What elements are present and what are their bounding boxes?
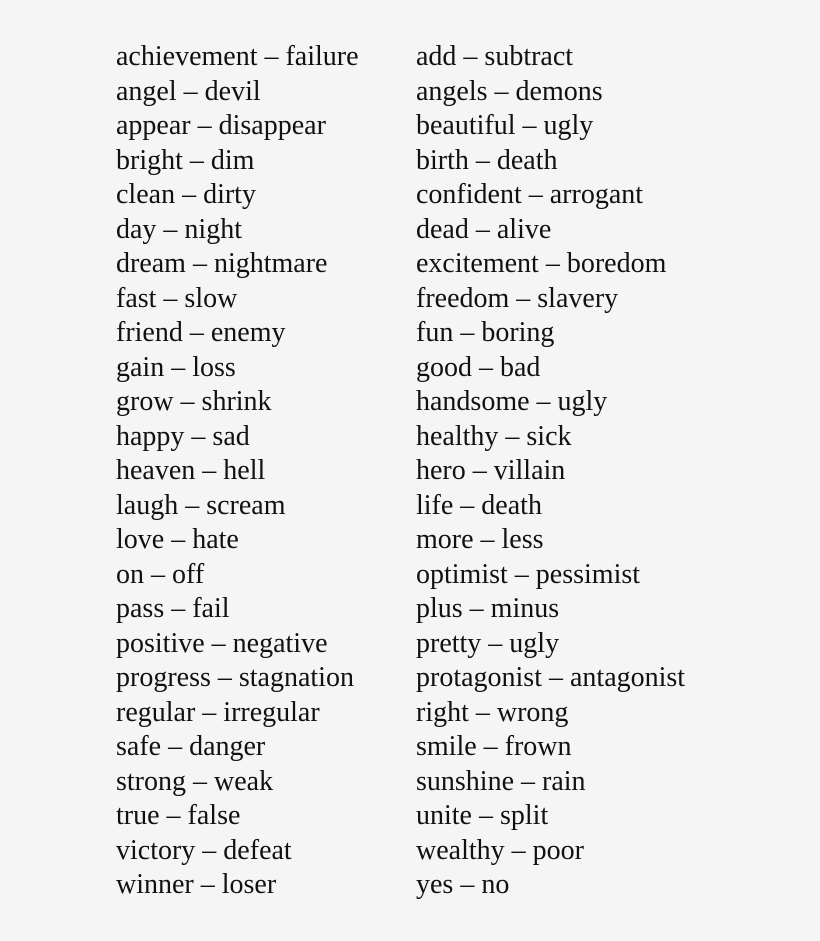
word-pair: yes – no	[416, 869, 510, 900]
word-pair: fun – boring	[416, 317, 555, 348]
word-pair: strong – weak	[116, 765, 274, 797]
word-pair: handsome – ugly	[416, 386, 608, 417]
word-pair: winner – loser	[116, 869, 277, 900]
word-pair: dream – nightmare	[116, 248, 328, 279]
word-pair: unite – split	[416, 800, 549, 831]
word-pair: on – off	[116, 558, 205, 590]
word-pair: optimist – pessimist	[416, 558, 641, 590]
word-pair: positive – negative	[116, 627, 328, 659]
word-pair: appear – disappear	[116, 110, 326, 141]
word-pair: hero – villain	[416, 455, 566, 486]
word-pair: regular – irregular	[116, 696, 320, 728]
word-pair: clean – dirty	[116, 179, 256, 210]
word-pair: healthy – sick	[416, 420, 572, 452]
word-pair: love – hate	[116, 524, 239, 555]
word-pair: angel – devil	[116, 75, 261, 107]
word-pair: dead – alive	[416, 213, 552, 245]
word-pair: achievement – failure	[116, 41, 359, 72]
word-pair: safe – danger	[116, 731, 266, 762]
word-pair: heaven – hell	[116, 455, 266, 486]
word-pair: pass – fail	[116, 593, 230, 624]
word-pair: right – wrong	[416, 696, 569, 728]
word-pair: bright – dim	[116, 144, 255, 176]
word-pair: fast – slow	[116, 282, 238, 314]
word-pair: day – night	[116, 213, 242, 245]
word-pair: birth – death	[416, 144, 558, 176]
word-pair: gain – loss	[116, 351, 236, 383]
word-pair: good – bad	[416, 351, 541, 383]
word-pair: smile – frown	[416, 731, 572, 762]
word-pair: pretty – ugly	[416, 627, 560, 659]
word-pair: friend – enemy	[116, 317, 286, 348]
word-pair: grow – shrink	[116, 386, 272, 417]
word-pair: progress – stagnation	[116, 662, 354, 693]
word-pair: happy – sad	[116, 420, 250, 452]
word-pair: life – death	[416, 489, 542, 521]
word-pair: beautiful – ugly	[416, 110, 594, 141]
word-pair: sunshine – rain	[416, 765, 586, 797]
word-pair: excitement – boredom	[416, 248, 667, 279]
word-pair: laugh – scream	[116, 489, 286, 521]
word-pair: freedom – slavery	[416, 282, 619, 314]
word-pair: wealthy – poor	[416, 834, 584, 866]
word-pair: true – false	[116, 800, 241, 831]
word-pair: confident – arrogant	[416, 179, 644, 210]
word-pair-column-right: add – subtract angels – demons beautiful –…	[416, 40, 685, 903]
word-pair: protagonist – antagonist	[416, 662, 686, 693]
word-pair: angels – demons	[416, 75, 603, 107]
word-pair: add – subtract	[416, 41, 574, 72]
word-pair: victory – defeat	[116, 834, 292, 866]
word-pair: plus – minus	[416, 593, 560, 624]
word-pair: more – less	[416, 524, 544, 555]
word-pair-column-left: achievement – failure angel – devil appear…	[116, 40, 359, 903]
